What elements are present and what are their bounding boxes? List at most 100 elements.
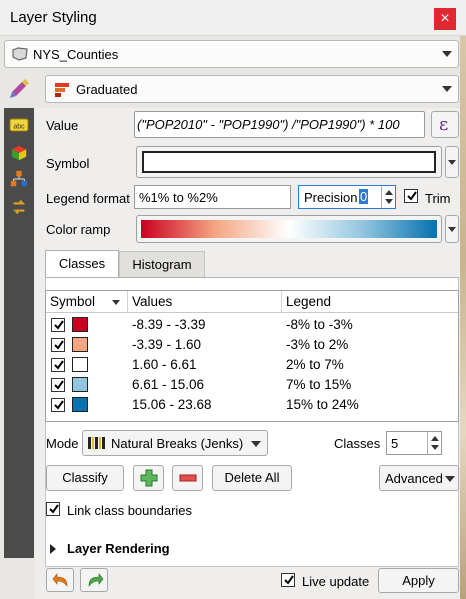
diagram-icon[interactable] [9,170,29,188]
add-class-icon [140,469,158,487]
classes-spinbox[interactable]: 5 [386,431,442,455]
checkmark-icon [54,360,64,370]
class-color-swatch[interactable] [72,357,88,372]
mode-label: Mode [46,436,79,451]
graduated-renderer-icon [55,83,69,97]
trim-label: Trim [425,191,451,206]
table-row[interactable]: 6.61 - 15.06 7% to 15% [46,375,458,395]
value-label: Value [46,118,79,133]
advanced-button[interactable]: Advanced [379,465,459,491]
brush-icon[interactable] [8,78,32,100]
class-values[interactable]: 1.60 - 6.61 [132,357,197,372]
add-class-button[interactable] [133,465,164,491]
color-ramp-preview [141,220,437,238]
table-row[interactable]: 1.60 - 6.61 2% to 7% [46,355,458,375]
chevron-down-icon [442,51,452,57]
table-row[interactable]: -8.39 - -3.39 -8% to -3% [46,315,458,335]
value-expression-field[interactable]: ("POP2010" - "POP1990") /"POP1990") * 10… [134,111,425,138]
checkmark-icon [54,320,64,330]
mode-selector[interactable]: Natural Breaks (Jenks) [82,430,268,456]
precision-spinbox[interactable]: Precision 0 [298,185,396,209]
chevron-down-icon [431,445,439,450]
class-visible-checkbox[interactable] [51,318,65,332]
polygon-layer-icon [12,47,28,61]
precision-label: Precision [304,190,358,205]
class-color-swatch[interactable] [72,317,88,332]
class-legend[interactable]: -8% to -3% [286,317,353,332]
redo-button[interactable] [80,568,108,592]
symbol-preview [142,151,436,173]
apply-button[interactable]: Apply [378,568,459,593]
chevron-down-icon [448,160,456,165]
checkmark-icon [54,400,64,410]
chevron-down-icon [385,199,393,204]
precision-stepper[interactable] [381,186,395,208]
renderer-selector[interactable]: Graduated [45,75,459,103]
legend-format-label: Legend format [46,191,130,206]
symbol-dropdown-button[interactable] [445,146,459,178]
live-update-checkbox[interactable] [281,573,295,587]
color-ramp-label: Color ramp [46,222,111,237]
class-legend[interactable]: 15% to 24% [286,397,359,412]
class-values[interactable]: 15.06 - 23.68 [132,397,212,412]
expression-icon: ε [439,114,449,135]
symbol-button[interactable] [136,146,442,178]
chevron-down-icon [448,227,456,232]
classes-count-value: 5 [391,436,399,451]
class-legend[interactable]: 7% to 15% [286,377,351,392]
checkmark-icon [54,340,64,350]
checkmark-icon [284,575,294,585]
layer-rendering-label: Layer Rendering [67,541,170,556]
class-color-swatch[interactable] [72,337,88,352]
symbol-label: Symbol [46,156,90,171]
column-header-values[interactable]: Values [128,291,282,313]
cube-icon[interactable] [9,144,29,162]
class-visible-checkbox[interactable] [51,358,65,372]
column-header-legend[interactable]: Legend [282,291,458,313]
checkmark-icon [49,504,59,514]
chevron-down-icon [251,441,261,447]
layer-selector[interactable]: NYS_Counties [4,40,459,68]
map-canvas-edge [460,36,466,599]
class-legend[interactable]: 2% to 7% [286,357,344,372]
color-ramp-dropdown-button[interactable] [445,215,459,243]
class-visible-checkbox[interactable] [51,398,65,412]
classes-count-label: Classes [334,436,381,451]
color-ramp-button[interactable] [136,215,442,243]
classes-table[interactable]: Symbol Values Legend -8.39 - -3.39 -8% t… [45,290,459,422]
class-values[interactable]: 6.61 - 15.06 [132,377,204,392]
table-row[interactable]: 15.06 - 23.68 15% to 24% [46,395,458,415]
trim-checkbox[interactable] [404,189,418,203]
class-color-swatch[interactable] [72,377,88,392]
class-visible-checkbox[interactable] [51,338,65,352]
legend-format-input[interactable]: %1% to %2% [134,185,291,209]
advanced-label: Advanced [385,471,443,486]
class-color-swatch[interactable] [72,397,88,412]
redo-icon [88,573,104,587]
title-bar: Layer Styling × [0,0,466,36]
style-history-icon[interactable] [9,198,29,216]
class-values[interactable]: -8.39 - -3.39 [132,317,206,332]
label-icon[interactable]: abc [9,116,29,134]
chevron-down-icon [445,476,455,482]
classify-button[interactable]: Classify [46,465,124,491]
expand-arrow-icon [50,544,56,554]
link-boundaries-checkbox[interactable] [46,502,60,516]
column-header-symbol[interactable]: Symbol [46,291,128,313]
undo-button[interactable] [46,568,74,592]
layer-rendering-section[interactable]: Layer Rendering [46,540,246,558]
class-visible-checkbox[interactable] [51,378,65,392]
classes-stepper[interactable] [427,432,441,454]
delete-all-button[interactable]: Delete All [212,465,292,491]
tab-histogram[interactable]: Histogram [119,251,205,278]
class-legend[interactable]: -3% to 2% [286,337,348,352]
class-values[interactable]: -3.39 - 1.60 [132,337,201,352]
live-update-label: Live update [302,574,370,589]
close-button[interactable]: × [434,8,456,30]
undo-icon [52,573,68,587]
remove-class-button[interactable] [172,465,203,491]
expression-button[interactable]: ε [431,111,459,138]
chevron-down-icon [442,86,452,92]
tab-classes[interactable]: Classes [45,250,119,278]
table-row[interactable]: -3.39 - 1.60 -3% to 2% [46,335,458,355]
